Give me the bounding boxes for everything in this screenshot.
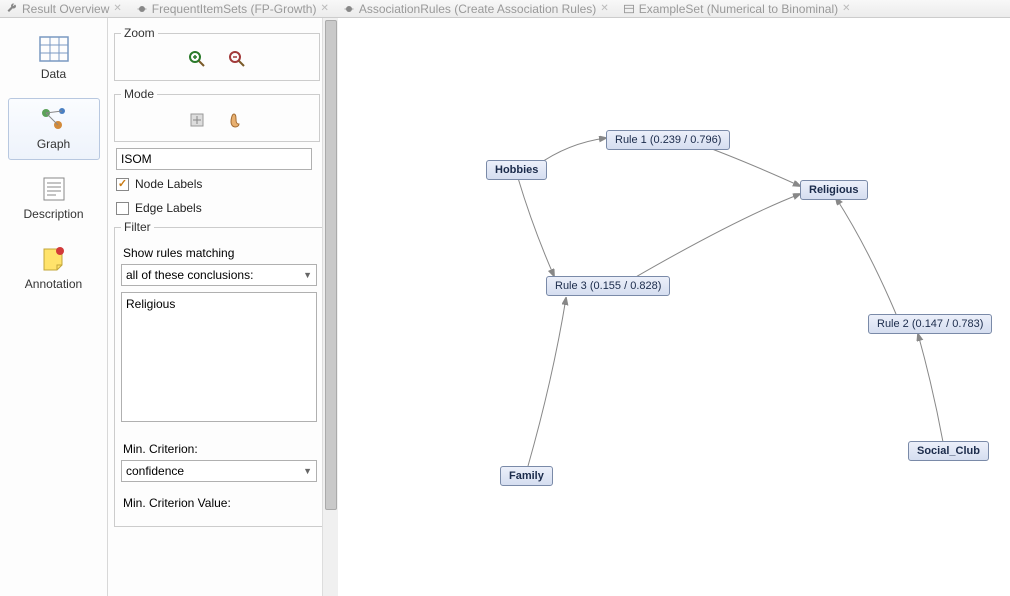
view-switcher: Data Graph Description Annotation [0, 18, 108, 596]
close-icon[interactable]: ✕ [320, 3, 328, 14]
scroll-thumb[interactable] [325, 20, 337, 510]
settings-scrollbar[interactable] [322, 18, 338, 596]
close-icon[interactable]: ✕ [113, 3, 121, 14]
view-description-label: Description [23, 207, 83, 221]
view-data-label: Data [41, 67, 66, 81]
select-mode-icon[interactable] [228, 111, 246, 129]
settings-panel: Zoom Mode ISOM Node Labels Edge Labels [108, 18, 338, 596]
list-item[interactable]: Religious [126, 297, 312, 311]
chevron-down-icon: ▼ [303, 466, 312, 476]
tab-result-overview[interactable]: Result Overview✕ [6, 2, 122, 16]
mode-panel: Mode [114, 87, 320, 142]
graph-node-rule2[interactable]: Rule 2 (0.147 / 0.783) [868, 314, 992, 334]
view-data[interactable]: Data [8, 28, 100, 90]
zoom-in-icon[interactable] [188, 50, 206, 68]
layout-combo-value: ISOM [121, 152, 152, 166]
view-graph[interactable]: Graph [8, 98, 100, 160]
view-description[interactable]: Description [8, 168, 100, 230]
zoom-panel: Zoom [114, 26, 320, 81]
view-annotation[interactable]: Annotation [8, 238, 100, 300]
table-icon [623, 3, 635, 15]
graph-node-social-club[interactable]: Social_Club [908, 441, 989, 461]
checkbox-icon [116, 178, 129, 191]
conclusion-list[interactable]: Religious [121, 292, 317, 422]
graph-node-rule1[interactable]: Rule 1 (0.239 / 0.796) [606, 130, 730, 150]
min-criterion-value: confidence [126, 464, 184, 478]
checkbox-icon [116, 202, 129, 215]
node-labels-label: Node Labels [135, 177, 202, 191]
zoom-out-icon[interactable] [228, 50, 246, 68]
tab-association-rules[interactable]: AssociationRules (Create Association Rul… [343, 2, 609, 16]
wrench-icon [6, 3, 18, 15]
grid-icon [38, 35, 70, 63]
edge-labels-label: Edge Labels [135, 201, 202, 215]
graph-icon [38, 105, 70, 133]
close-icon[interactable]: ✕ [600, 3, 608, 14]
view-annotation-label: Annotation [25, 277, 82, 291]
min-criterion-value-label: Min. Criterion Value: [121, 490, 317, 514]
graph-node-religious[interactable]: Religious [800, 180, 868, 200]
graph-node-rule3[interactable]: Rule 3 (0.155 / 0.828) [546, 276, 670, 296]
zoom-legend: Zoom [121, 26, 158, 40]
bug-icon [136, 3, 148, 15]
mode-legend: Mode [121, 87, 157, 101]
conclusion-select[interactable]: all of these conclusions: ▼ [121, 264, 317, 286]
chevron-down-icon: ▼ [303, 270, 312, 280]
filter-legend: Filter [121, 220, 154, 234]
node-labels-check[interactable]: Node Labels [112, 172, 338, 196]
close-icon[interactable]: ✕ [842, 3, 850, 14]
view-graph-label: Graph [37, 137, 70, 151]
filter-panel: Filter Show rules matching all of these … [114, 220, 324, 527]
show-rules-label: Show rules matching [121, 240, 317, 264]
graph-edges [338, 18, 1010, 596]
note-icon [38, 245, 70, 273]
conclusion-select-value: all of these conclusions: [126, 268, 253, 282]
bug-icon [343, 3, 355, 15]
move-mode-icon[interactable] [188, 111, 206, 129]
result-tabs: Result Overview✕ FrequentItemSets (FP-Gr… [0, 0, 1010, 18]
graph-node-family[interactable]: Family [500, 466, 553, 486]
min-criterion-select[interactable]: confidence ▼ [121, 460, 317, 482]
description-icon [38, 175, 70, 203]
min-criterion-label: Min. Criterion: [121, 436, 317, 460]
layout-combo[interactable]: ISOM [116, 148, 312, 170]
graph-node-hobbies[interactable]: Hobbies [486, 160, 547, 180]
tab-frequent-itemsets[interactable]: FrequentItemSets (FP-Growth)✕ [136, 2, 329, 16]
edge-labels-check[interactable]: Edge Labels [112, 196, 338, 220]
graph-canvas[interactable]: Hobbies Religious Family Social_Club Rul… [338, 18, 1010, 596]
tab-exampleset[interactable]: ExampleSet (Numerical to Binominal)✕ [623, 2, 851, 16]
